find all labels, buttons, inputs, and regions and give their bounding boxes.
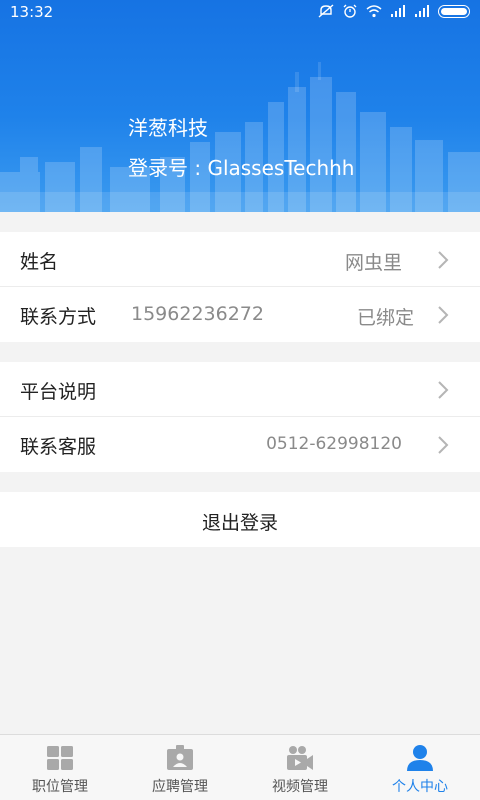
status-bar: 13:32 [0,0,480,26]
phone-number: 15962236272 [131,303,264,325]
tab-label: 应聘管理 [152,779,208,795]
mute-icon [318,4,334,18]
logout-label: 退出登录 [201,512,278,534]
chevron-right-icon [438,306,449,324]
status-time: 13:32 [10,3,54,21]
about-group: 平台说明 联系客服 0512-62998120 [0,362,480,472]
chevron-right-icon [438,381,449,399]
name-value: 网虫里 [344,252,402,274]
tab-job-management[interactable]: 职位管理 [0,735,120,800]
platform-info-row[interactable]: 平台说明 [0,362,480,417]
customer-service-row[interactable]: 联系客服 0512-62998120 [0,417,480,472]
tab-label: 视频管理 [272,779,328,795]
signal-icon [391,5,405,17]
city-skyline-image [0,62,480,212]
tab-video-management[interactable]: 视频管理 [240,735,360,800]
tab-label: 职位管理 [32,779,88,795]
contact-label: 联系方式 [20,306,97,328]
wifi-icon [366,5,382,18]
bind-status: 已绑定 [356,307,414,329]
company-name: 洋葱科技 [128,116,208,140]
profile-header: 13:32 洋葱科技 登录号: GlassesTechhh [0,0,480,212]
chevron-right-icon [438,436,449,454]
signal-icon [415,5,429,17]
name-row[interactable]: 姓名 网虫里 [0,232,480,287]
chevron-right-icon [438,251,449,269]
customer-service-phone: 0512-62998120 [266,434,402,454]
person-icon [407,745,433,771]
login-id-label: 登录号 : [128,156,208,180]
login-id-value: GlassesTechhh [207,156,355,180]
logout-button[interactable]: 退出登录 [0,492,480,547]
badge-icon [167,745,193,770]
platform-info-label: 平台说明 [20,381,97,403]
tab-application-management[interactable]: 应聘管理 [120,735,240,800]
contact-row[interactable]: 联系方式 15962236272 已绑定 [0,287,480,342]
name-label: 姓名 [20,251,59,273]
info-group: 姓名 网虫里 联系方式 15962236272 已绑定 [0,232,480,342]
tab-personal-center[interactable]: 个人中心 [360,735,480,800]
bottom-tab-bar: 职位管理 应聘管理 视频管理 个人中心 [0,734,480,800]
login-id-line: 登录号 : GlassesTechhh [128,152,354,181]
grid-icon [47,746,73,770]
battery-icon [438,4,470,18]
tab-label: 个人中心 [392,779,448,795]
customer-service-label: 联系客服 [20,436,97,458]
alarm-icon [343,4,357,18]
video-camera-icon [287,746,313,770]
